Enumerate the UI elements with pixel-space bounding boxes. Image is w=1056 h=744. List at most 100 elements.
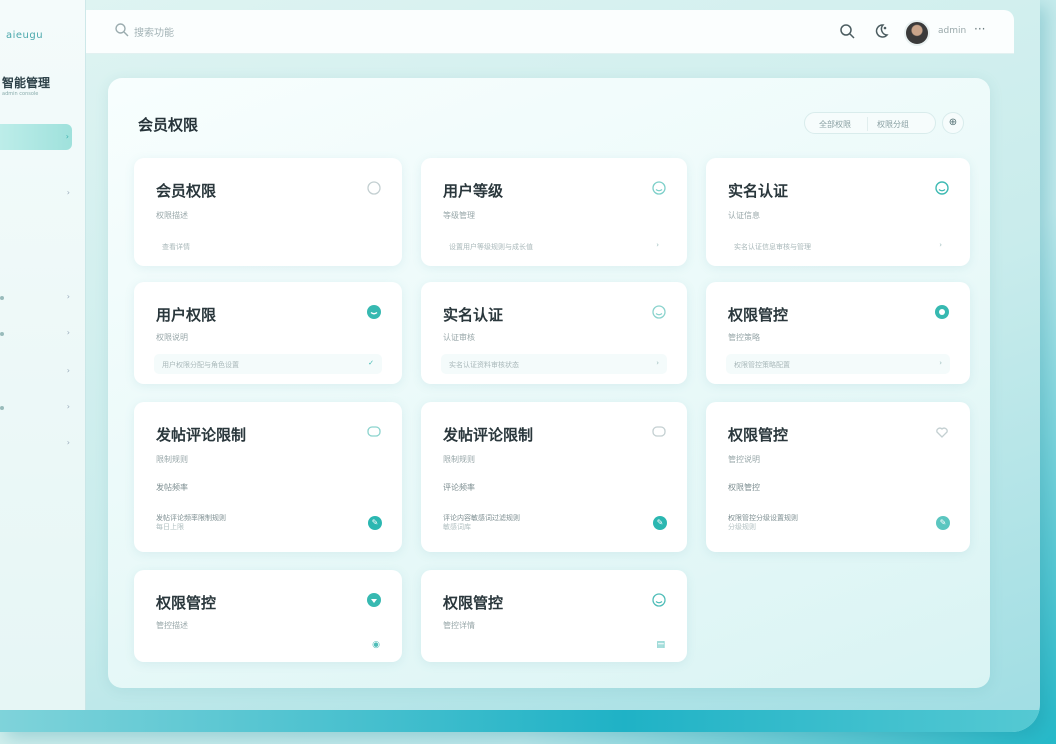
chevron-right-icon: › xyxy=(939,359,942,367)
card-subtitle: 等级管理 xyxy=(443,211,475,220)
search-icon xyxy=(115,23,129,37)
outline-circle-icon[interactable] xyxy=(366,180,382,196)
sidebar-title: 智能管理 admin console xyxy=(2,76,51,97)
card-detail: 评论频率 xyxy=(443,483,475,492)
chevron-right-icon: › xyxy=(65,132,69,141)
edit-badge-icon[interactable]: ✎ xyxy=(368,516,382,530)
check-circle-icon[interactable] xyxy=(366,304,382,320)
card-subtitle: 权限描述 xyxy=(156,211,188,220)
card-footer[interactable]: 实名认证信息审核与管理 › xyxy=(726,236,950,256)
edit-badge-icon[interactable]: ✎ xyxy=(653,516,667,530)
smile-icon[interactable] xyxy=(651,592,667,608)
permission-card[interactable]: 会员权限 权限描述 查看详情 xyxy=(134,158,402,266)
edit-badge-icon[interactable]: ✎ xyxy=(936,516,950,530)
search-input[interactable]: 搜索功能 xyxy=(134,24,174,39)
sidebar: aieugu 智能管理 admin console › › › › › › › xyxy=(0,0,86,712)
chevron-down-icon: › xyxy=(66,188,70,197)
filter-toggle[interactable]: 全部权限 权限分组 xyxy=(804,112,936,134)
more-menu-icon[interactable]: ··· xyxy=(974,22,985,36)
card-footer[interactable]: 用户权限分配与角色设置 ✓ xyxy=(154,354,382,374)
card-subtitle: 限制规则 xyxy=(156,455,188,464)
permission-card[interactable]: 权限管控 管控描述 ◉ xyxy=(134,570,402,662)
smile-icon[interactable] xyxy=(934,180,950,196)
card-subtitle: 认证审核 xyxy=(443,333,475,342)
card-subtitle: 限制规则 xyxy=(443,455,475,464)
card-footer: 发帖评论频率限制规则 每日上限 xyxy=(156,514,226,531)
card-subtitle: 认证信息 xyxy=(728,211,760,220)
permission-card[interactable]: 权限管控 管控详情 ▤ xyxy=(421,570,687,662)
settings-button[interactable]: ⊕ xyxy=(942,112,964,134)
card-title: 用户等级 xyxy=(443,182,504,200)
card-title: 会员权限 xyxy=(156,182,217,200)
card-title: 用户权限 xyxy=(156,306,217,324)
chevron-right-icon: › xyxy=(66,402,70,411)
print-icon[interactable]: ▤ xyxy=(656,640,665,650)
card-title: 发帖评论限制 xyxy=(443,426,534,444)
card-footer: 评论内容敏感词过滤规则 敏感词库 xyxy=(443,514,520,531)
chevron-right-icon: › xyxy=(66,438,70,447)
card-title: 发帖评论限制 xyxy=(156,426,247,444)
dot-icon xyxy=(0,332,4,336)
permission-card[interactable]: 用户权限 权限说明 用户权限分配与角色设置 ✓ xyxy=(134,282,402,384)
permission-card[interactable]: 发帖评论限制 限制规则 评论频率 评论内容敏感词过滤规则 敏感词库 ✎ xyxy=(421,402,687,552)
divider xyxy=(867,117,868,131)
heart-icon[interactable] xyxy=(934,424,950,440)
sidebar-item[interactable]: › xyxy=(0,438,70,452)
dot-icon xyxy=(0,406,4,410)
card-subtitle: 管控说明 xyxy=(728,455,760,464)
card-footer[interactable]: 查看详情 xyxy=(154,236,382,256)
card-title: 实名认证 xyxy=(728,182,789,200)
check-circle-icon[interactable] xyxy=(934,304,950,320)
shield-icon[interactable] xyxy=(366,592,382,608)
filter-option-right[interactable]: 权限分组 xyxy=(877,119,909,130)
card-detail: 权限管控 xyxy=(728,483,760,492)
top-bar: 搜索功能 admin ··· xyxy=(86,10,1014,54)
chevron-right-icon: › xyxy=(66,366,70,375)
view-icon[interactable]: ◉ xyxy=(372,640,380,650)
card-footer[interactable]: 权限管控策略配置 › xyxy=(726,354,950,374)
app-window: aieugu 智能管理 admin console › › › › › › › 搜… xyxy=(0,0,1040,732)
permission-card[interactable]: 实名认证 认证审核 实名认证资料审核状态 › xyxy=(421,282,687,384)
smile-icon[interactable] xyxy=(651,304,667,320)
sidebar-item[interactable]: › xyxy=(0,292,70,306)
card-subtitle: 管控描述 xyxy=(156,621,188,630)
chevron-right-icon: › xyxy=(939,241,942,249)
card-title: 权限管控 xyxy=(728,306,789,324)
sidebar-item[interactable]: › xyxy=(0,366,70,380)
card-footer[interactable]: 实名认证资料审核状态 › xyxy=(441,354,667,374)
avatar[interactable] xyxy=(904,20,930,46)
chevron-right-icon: › xyxy=(656,359,659,367)
sidebar-item-active[interactable]: › xyxy=(0,124,72,150)
brand-logo-text: aieugu xyxy=(6,30,44,41)
page-title: 会员权限 xyxy=(138,116,199,134)
card-title: 权限管控 xyxy=(728,426,789,444)
permissions-panel: 会员权限 全部权限 权限分组 ⊕ 会员权限 权限描述 查看详情 用户等级 等级管… xyxy=(108,78,990,688)
card-footer: 权限管控分级设置规则 分级规则 xyxy=(728,514,798,531)
sidebar-item[interactable]: › xyxy=(0,328,70,342)
chevron-right-icon: › xyxy=(66,328,70,337)
smile-icon[interactable] xyxy=(651,180,667,196)
card-title: 权限管控 xyxy=(156,594,217,612)
card-detail: 发帖频率 xyxy=(156,483,188,492)
card-subtitle: 权限说明 xyxy=(156,333,188,342)
card-footer[interactable]: 设置用户等级规则与成长值 › xyxy=(441,236,667,256)
permission-card[interactable]: 权限管控 管控策略 权限管控策略配置 › xyxy=(706,282,970,384)
chevron-right-icon: › xyxy=(656,241,659,249)
theme-toggle-icon[interactable] xyxy=(872,22,890,40)
user-name[interactable]: admin xyxy=(938,26,966,36)
card-subtitle: 管控策略 xyxy=(728,333,760,342)
card-title: 实名认证 xyxy=(443,306,504,324)
dot-icon xyxy=(0,296,4,300)
permission-card[interactable]: 实名认证 认证信息 实名认证信息审核与管理 › xyxy=(706,158,970,266)
chat-icon[interactable] xyxy=(366,424,382,440)
permission-card[interactable]: 发帖评论限制 限制规则 发帖频率 发帖评论频率限制规则 每日上限 ✎ xyxy=(134,402,402,552)
filter-option-left[interactable]: 全部权限 xyxy=(819,119,851,130)
card-subtitle: 管控详情 xyxy=(443,621,475,630)
sidebar-item[interactable]: › xyxy=(0,188,70,202)
sidebar-item[interactable]: › xyxy=(0,402,70,416)
search-icon[interactable] xyxy=(838,22,856,40)
card-title: 权限管控 xyxy=(443,594,504,612)
chat-icon[interactable] xyxy=(651,424,667,440)
permission-card[interactable]: 权限管控 管控说明 权限管控 权限管控分级设置规则 分级规则 ✎ xyxy=(706,402,970,552)
permission-card[interactable]: 用户等级 等级管理 设置用户等级规则与成长值 › xyxy=(421,158,687,266)
